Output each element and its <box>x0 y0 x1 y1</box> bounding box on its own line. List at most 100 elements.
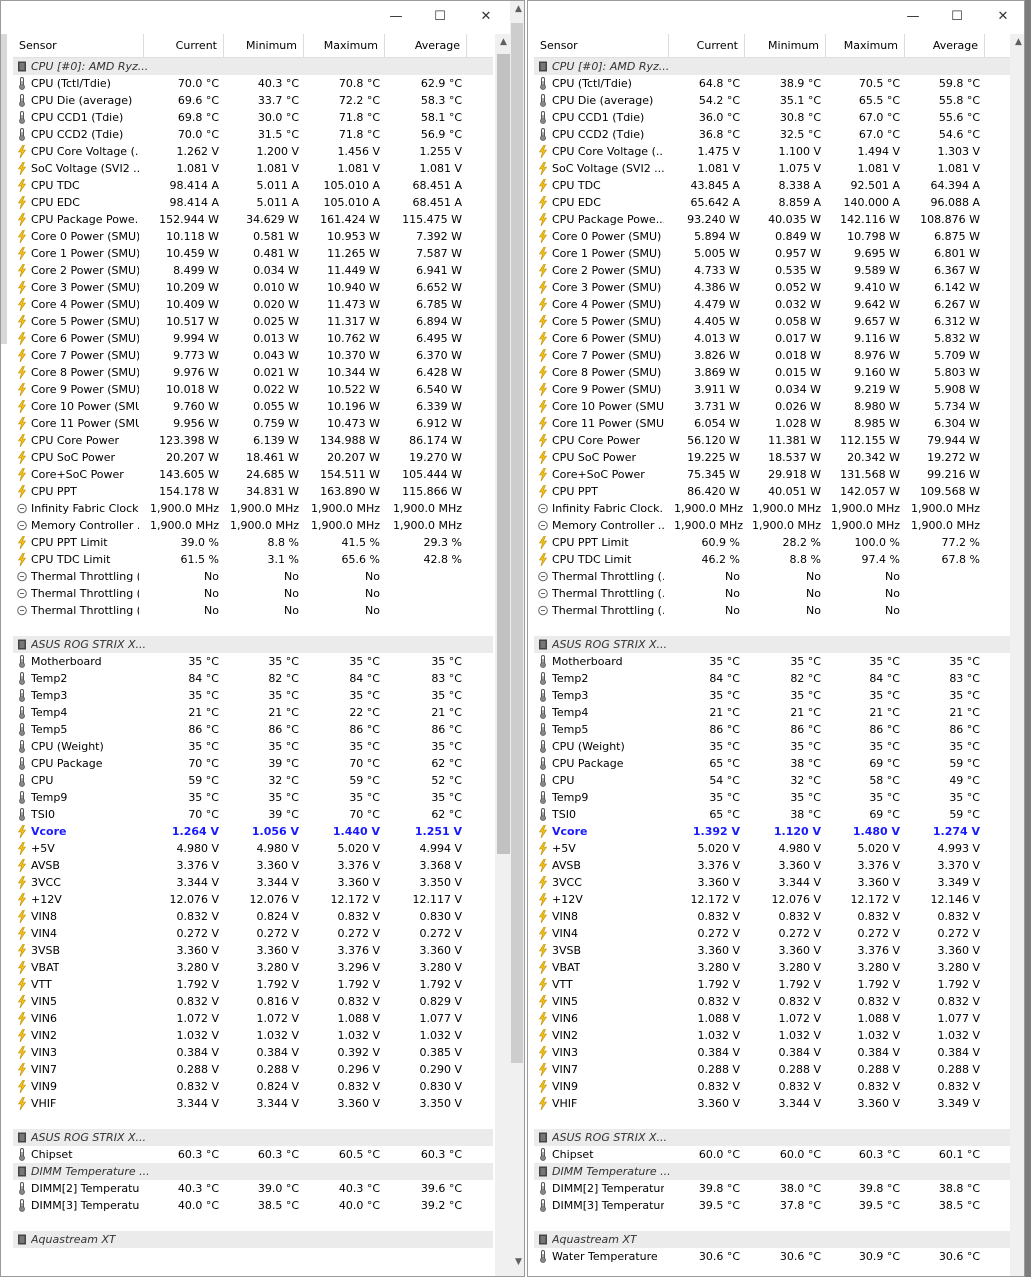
sensor-row[interactable]: +12V 12.172 V 12.076 V 12.172 V 12.146 V <box>534 891 1011 908</box>
sensor-row[interactable]: Thermal Throttling (... No No No <box>13 568 493 585</box>
sensor-row[interactable]: CPU Package Powe... 93.240 W 40.035 W 142.1… <box>534 211 1011 228</box>
sensor-row[interactable]: CPU PPT Limit 60.9 % 28.2 % 100.0 % 77.2 % <box>534 534 1011 551</box>
sensor-row[interactable]: Core 11 Power (SMU) 9.956 W 0.759 W 10.473 … <box>13 415 493 432</box>
sensor-row[interactable]: Core 11 Power (SMU) 6.054 W 1.028 W 8.985 W… <box>534 415 1011 432</box>
window-scroll-thumb[interactable] <box>511 23 523 1063</box>
sensor-row[interactable]: Chipset 60.3 °C 60.3 °C 60.5 °C 60.3 °C <box>13 1146 493 1163</box>
sensor-row[interactable]: CPU Package 70 °C 39 °C 70 °C 62 °C <box>13 755 493 772</box>
sensor-row[interactable]: CPU SoC Power 19.225 W 18.537 W 20.342 W 19.… <box>534 449 1011 466</box>
window-scroll-up-arrow[interactable]: ▲ <box>510 1 524 18</box>
sensor-row[interactable]: VHIF 3.360 V 3.344 V 3.360 V 3.349 V <box>534 1095 1011 1112</box>
sensor-group-header[interactable]: ASUS ROG STRIX X... <box>534 1129 1011 1146</box>
sensor-row[interactable]: Core 2 Power (SMU) 4.733 W 0.535 W 9.589 W 6… <box>534 262 1011 279</box>
sensor-row[interactable]: Temp2 84 °C 82 °C 84 °C 83 °C <box>13 670 493 687</box>
sensor-row[interactable]: CPU (Weight) 35 °C 35 °C 35 °C 35 °C <box>13 738 493 755</box>
sensor-row[interactable]: CPU TDC Limit 61.5 % 3.1 % 65.6 % 42.8 % <box>13 551 493 568</box>
sensor-row[interactable]: Temp9 35 °C 35 °C 35 °C 35 °C <box>13 789 493 806</box>
sensor-row[interactable]: SoC Voltage (SVI2 ... 1.081 V 1.075 V 1.081… <box>534 160 1011 177</box>
sensor-row[interactable]: Thermal Throttling (... No No No <box>534 585 1011 602</box>
sensor-row[interactable]: Motherboard 35 °C 35 °C 35 °C 35 °C <box>13 653 493 670</box>
sensor-row[interactable]: 3VCC 3.344 V 3.344 V 3.360 V 3.350 V <box>13 874 493 891</box>
sensor-row[interactable]: DIMM[2] Temperature 39.8 °C 38.0 °C 39.8 °C… <box>534 1180 1011 1197</box>
sensor-row[interactable]: VIN8 0.832 V 0.824 V 0.832 V 0.830 V <box>13 908 493 925</box>
column-header-minimum[interactable]: Minimum <box>745 34 826 57</box>
sensor-row[interactable]: Core 1 Power (SMU) 10.459 W 0.481 W 11.265 … <box>13 245 493 262</box>
sensor-row[interactable]: VBAT 3.280 V 3.280 V 3.296 V 3.280 V <box>13 959 493 976</box>
sensor-row[interactable]: Core 0 Power (SMU) 10.118 W 0.581 W 10.953 … <box>13 228 493 245</box>
sensor-row[interactable]: Temp4 21 °C 21 °C 21 °C 21 °C <box>534 704 1011 721</box>
column-header-average[interactable]: Average <box>385 34 467 57</box>
sensor-group-header[interactable]: CPU [#0]: AMD Ryz... <box>534 58 1011 75</box>
minimize-button[interactable]: — <box>373 1 419 33</box>
sensor-row[interactable]: VIN5 0.832 V 0.832 V 0.832 V 0.832 V <box>534 993 1011 1010</box>
sensor-row[interactable]: Thermal Throttling (... No No No <box>13 602 493 619</box>
sensor-row[interactable]: Core 5 Power (SMU) 10.517 W 0.025 W 11.317 … <box>13 313 493 330</box>
sensor-row[interactable]: Memory Controller ... 1,900.0 MHz 1,900.0 … <box>13 517 493 534</box>
sensor-row[interactable]: VIN2 1.032 V 1.032 V 1.032 V 1.032 V <box>13 1027 493 1044</box>
sensor-row[interactable]: VIN7 0.288 V 0.288 V 0.296 V 0.290 V <box>13 1061 493 1078</box>
sensor-row[interactable]: CPU Core Voltage (... 1.262 V 1.200 V 1.456… <box>13 143 493 160</box>
sensor-row[interactable]: Temp9 35 °C 35 °C 35 °C 35 °C <box>534 789 1011 806</box>
sensor-row[interactable]: Vcore 1.392 V 1.120 V 1.480 V 1.274 V <box>534 823 1011 840</box>
sensor-row[interactable]: +5V 5.020 V 4.980 V 5.020 V 4.993 V <box>534 840 1011 857</box>
sensor-row[interactable]: CPU TDC Limit 46.2 % 8.8 % 97.4 % 67.8 % <box>534 551 1011 568</box>
sensor-row[interactable]: CPU 59 °C 32 °C 59 °C 52 °C <box>13 772 493 789</box>
sensor-row[interactable]: AVSB 3.376 V 3.360 V 3.376 V 3.368 V <box>13 857 493 874</box>
column-header-sensor[interactable]: Sensor <box>534 34 669 57</box>
sensor-group-header[interactable]: ASUS ROG STRIX X... <box>13 636 493 653</box>
sensor-row[interactable]: Core 7 Power (SMU) 3.826 W 0.018 W 8.976 W 5… <box>534 347 1011 364</box>
sensor-row[interactable]: DIMM[3] Temperature 39.5 °C 37.8 °C 39.5 °C… <box>534 1197 1011 1214</box>
sensor-row[interactable]: SoC Voltage (SVI2 ... 1.081 V 1.081 V 1.081… <box>13 160 493 177</box>
sensor-row[interactable]: CPU Die (average) 69.6 °C 33.7 °C 72.2 °C 58… <box>13 92 493 109</box>
sensor-row[interactable]: Core 5 Power (SMU) 4.405 W 0.058 W 9.657 W 6… <box>534 313 1011 330</box>
column-header-maximum[interactable]: Maximum <box>826 34 905 57</box>
sensor-row[interactable]: Core 10 Power (SMU) 3.731 W 0.026 W 8.980 W… <box>534 398 1011 415</box>
sensor-row[interactable]: +5V 4.980 V 4.980 V 5.020 V 4.994 V <box>13 840 493 857</box>
sensor-group-header[interactable]: ASUS ROG STRIX X... <box>13 1129 493 1146</box>
sensor-row[interactable]: VIN6 1.088 V 1.072 V 1.088 V 1.077 V <box>534 1010 1011 1027</box>
sensor-row[interactable]: Core 7 Power (SMU) 9.773 W 0.043 W 10.370 W… <box>13 347 493 364</box>
sensor-row[interactable]: CPU Core Power 123.398 W 6.139 W 134.988 W 8… <box>13 432 493 449</box>
sensor-row[interactable]: Infinity Fabric Clock... 1,900.0 MHz 1,900… <box>13 500 493 517</box>
sensor-row[interactable]: Core 3 Power (SMU) 4.386 W 0.052 W 9.410 W 6… <box>534 279 1011 296</box>
sensor-row[interactable]: VHIF 3.344 V 3.344 V 3.360 V 3.350 V <box>13 1095 493 1112</box>
column-header-current[interactable]: Current <box>144 34 224 57</box>
sensor-row[interactable]: Temp5 86 °C 86 °C 86 °C 86 °C <box>13 721 493 738</box>
sensor-row[interactable]: Memory Controller ... 1,900.0 MHz 1,900.0 … <box>534 517 1011 534</box>
sensor-row[interactable]: CPU CCD1 (Tdie) 69.8 °C 30.0 °C 71.8 °C 58.1… <box>13 109 493 126</box>
table-scrollbar[interactable]: ▲ <box>1010 34 1024 1276</box>
sensor-row[interactable]: Core 6 Power (SMU) 4.013 W 0.017 W 9.116 W 5… <box>534 330 1011 347</box>
sensor-row[interactable]: CPU PPT 86.420 W 40.051 W 142.057 W 109.568 … <box>534 483 1011 500</box>
sensor-row[interactable]: Temp4 21 °C 21 °C 22 °C 21 °C <box>13 704 493 721</box>
column-header-minimum[interactable]: Minimum <box>224 34 304 57</box>
sensor-row[interactable]: Core+SoC Power 75.345 W 29.918 W 131.568 W 9… <box>534 466 1011 483</box>
close-button[interactable]: ✕ <box>463 1 509 33</box>
sensor-row[interactable]: Temp3 35 °C 35 °C 35 °C 35 °C <box>13 687 493 704</box>
sensor-row[interactable]: Thermal Throttling (... No No No <box>534 602 1011 619</box>
scroll-up-arrow[interactable]: ▲ <box>1010 34 1024 51</box>
sensor-row[interactable]: Core 0 Power (SMU) 5.894 W 0.849 W 10.798 W… <box>534 228 1011 245</box>
sensor-row[interactable]: Temp5 86 °C 86 °C 86 °C 86 °C <box>534 721 1011 738</box>
sensor-group-header[interactable]: DIMM Temperature ... <box>534 1163 1011 1180</box>
sensor-row[interactable]: VIN3 0.384 V 0.384 V 0.384 V 0.384 V <box>534 1044 1011 1061</box>
sensor-row[interactable]: Core 1 Power (SMU) 5.005 W 0.957 W 9.695 W 6… <box>534 245 1011 262</box>
sensor-row[interactable]: VIN4 0.272 V 0.272 V 0.272 V 0.272 V <box>13 925 493 942</box>
sensor-row[interactable]: TSI0 70 °C 39 °C 70 °C 62 °C <box>13 806 493 823</box>
sensor-row[interactable]: DIMM[3] Temperature 40.0 °C 38.5 °C 40.0 °C… <box>13 1197 493 1214</box>
sensor-row[interactable]: Chipset 60.0 °C 60.0 °C 60.3 °C 60.1 °C <box>534 1146 1011 1163</box>
sensor-row[interactable]: VTT 1.792 V 1.792 V 1.792 V 1.792 V <box>534 976 1011 993</box>
sensor-row[interactable]: CPU 54 °C 32 °C 58 °C 49 °C <box>534 772 1011 789</box>
sensor-row[interactable]: VIN8 0.832 V 0.832 V 0.832 V 0.832 V <box>534 908 1011 925</box>
sensor-row[interactable]: CPU SoC Power 20.207 W 18.461 W 20.207 W 19.… <box>13 449 493 466</box>
scroll-thumb[interactable] <box>497 54 510 854</box>
sensor-row[interactable]: Vcore 1.264 V 1.056 V 1.440 V 1.251 V <box>13 823 493 840</box>
sensor-row[interactable]: CPU TDC 98.414 A 5.011 A 105.010 A 68.451 A <box>13 177 493 194</box>
sensor-group-header[interactable]: DIMM Temperature ... <box>13 1163 493 1180</box>
sensor-row[interactable]: CPU (Tctl/Tdie) 64.8 °C 38.9 °C 70.5 °C 59.8… <box>534 75 1011 92</box>
sensor-row[interactable]: CPU CCD1 (Tdie) 36.0 °C 30.8 °C 67.0 °C 55.6… <box>534 109 1011 126</box>
sensor-group-header[interactable]: ASUS ROG STRIX X... <box>534 636 1011 653</box>
sensor-row[interactable]: CPU Core Voltage (... 1.475 V 1.100 V 1.494… <box>534 143 1011 160</box>
sensor-row[interactable]: +12V 12.076 V 12.076 V 12.172 V 12.117 V <box>13 891 493 908</box>
sensor-row[interactable]: CPU (Weight) 35 °C 35 °C 35 °C 35 °C <box>534 738 1011 755</box>
sensor-row[interactable]: VIN6 1.072 V 1.072 V 1.088 V 1.077 V <box>13 1010 493 1027</box>
